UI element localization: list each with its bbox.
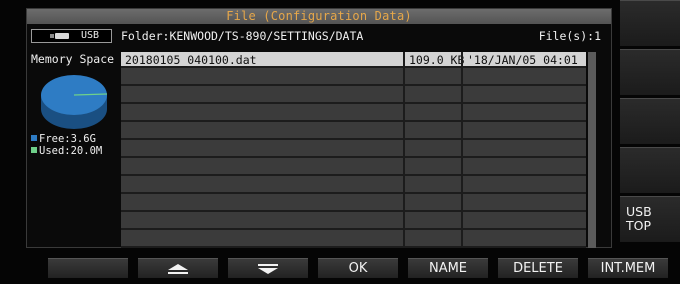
used-label: Used:20.0M [39,145,103,157]
softkey-4[interactable] [620,147,680,193]
scroll-up-button[interactable] [138,258,218,278]
ok-button[interactable]: OK [318,258,398,278]
usb-stick-icon [50,33,70,39]
file-date: '18/JAN/05 04:01 [467,53,578,67]
scrollbar[interactable] [588,52,596,248]
empty-row [121,70,586,86]
empty-row [121,232,586,248]
memory-pie-chart [41,75,108,129]
media-indicator: USB [31,29,112,43]
column-divider [461,52,463,248]
file-count: File(s):1 [538,29,601,43]
used-swatch [31,147,37,153]
file-size: 109.0 KB [409,53,465,67]
triangle-up-icon [168,264,188,274]
free-label: Free:3.6G [39,133,96,145]
usb-top-softkey[interactable]: USB TOP [620,196,680,242]
legend-used: Used:20.0M [31,145,102,157]
empty-row [121,88,586,104]
folder-path: Folder:KENWOOD/TS-890/SETTINGS/DATA [121,29,364,43]
empty-row [121,196,586,212]
column-divider [403,52,405,248]
empty-row [121,214,586,230]
function-key-bar: OK NAME DELETE INT.MEM [0,252,680,280]
softkey-3[interactable] [620,98,680,144]
legend-free: Free:3.6G [31,133,96,145]
radio-screen: File (Configuration Data) USB Folder:KEN… [0,0,680,284]
empty-row [121,142,586,158]
file-row[interactable]: 20180105_040100.dat 109.0 KB '18/JAN/05 … [121,52,586,68]
empty-row [121,160,586,176]
free-swatch [31,135,37,141]
usb-top-label: USB TOP [626,204,652,233]
media-label: USB [81,30,100,41]
softkey-1[interactable] [620,0,680,46]
int-mem-button[interactable]: INT.MEM [588,258,668,278]
side-softkeys: USB TOP [620,0,680,248]
softkey-2[interactable] [620,49,680,95]
memory-space-title: Memory Space [31,52,115,66]
scroll-down-button[interactable] [228,258,308,278]
file-name: 20180105_040100.dat [125,53,257,67]
triangle-down-icon [258,264,278,274]
empty-row [121,178,586,194]
f1-blank-button[interactable] [48,258,128,278]
name-button[interactable]: NAME [408,258,488,278]
window-title: File (Configuration Data) [27,9,611,24]
file-window: File (Configuration Data) USB Folder:KEN… [26,8,612,248]
empty-row [121,124,586,140]
delete-button[interactable]: DELETE [498,258,578,278]
file-table[interactable]: 20180105_040100.dat 109.0 KB '18/JAN/05 … [121,52,586,248]
empty-row [121,106,586,122]
